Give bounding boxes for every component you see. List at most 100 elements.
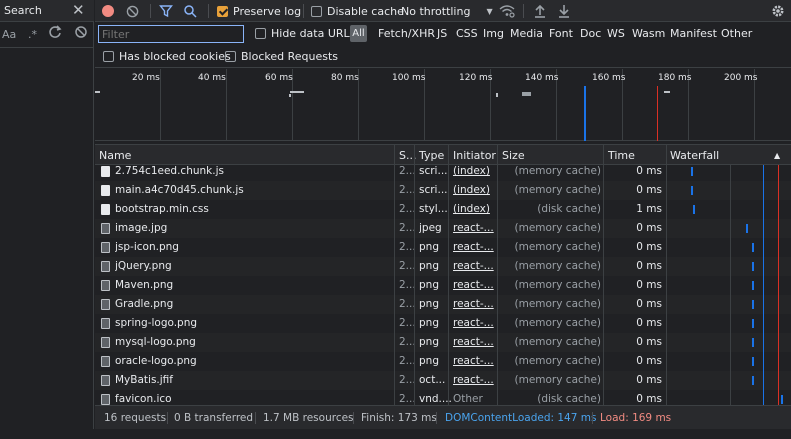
request-initiator[interactable]: Other: [453, 393, 499, 405]
table-row[interactable]: Gradle.png 2... png react-... (memory cache)…: [95, 295, 791, 314]
filter-type-media[interactable]: Media: [510, 27, 543, 40]
overview-tick-label: 20 ms: [132, 73, 160, 83]
record-icon: [102, 5, 114, 17]
request-type: png: [419, 317, 439, 329]
request-name: jsp-icon.png: [115, 241, 179, 253]
refresh-icon[interactable]: [48, 25, 62, 42]
record-button[interactable]: [102, 0, 114, 22]
request-size: (memory cache): [514, 222, 602, 234]
request-time: 0 ms: [636, 298, 662, 310]
request-time: 0 ms: [636, 393, 662, 405]
request-initiator[interactable]: (index): [453, 165, 499, 177]
request-initiator[interactable]: react-...: [453, 355, 499, 367]
clear-icon[interactable]: [74, 25, 88, 42]
column-type[interactable]: Type: [419, 149, 444, 162]
filter-type-doc[interactable]: Doc: [580, 27, 601, 40]
settings-button[interactable]: [771, 0, 785, 22]
search-icon: [184, 5, 197, 18]
search-header: Search ✕: [0, 0, 94, 22]
filter-type-other[interactable]: Other: [721, 27, 752, 40]
upload-icon: [535, 4, 545, 18]
filter-type-font[interactable]: Font: [549, 27, 573, 40]
request-name: 2.754c1eed.chunk.js: [115, 165, 224, 177]
blocked-requests-checkbox[interactable]: Blocked Requests: [225, 50, 338, 63]
request-name: Maven.png: [115, 279, 174, 291]
request-time: 1 ms: [636, 203, 662, 215]
request-initiator[interactable]: (index): [453, 203, 499, 215]
table-row[interactable]: bootstrap.min.css 2... styl... (index) (disk…: [95, 200, 791, 219]
image-icon: [101, 242, 110, 253]
request-initiator[interactable]: react-...: [453, 279, 499, 291]
request-initiator[interactable]: react-...: [453, 374, 499, 386]
overview-tick-label: 100 ms: [392, 73, 426, 83]
clear-button[interactable]: [126, 0, 139, 22]
filter-button[interactable]: [159, 0, 173, 22]
table-row[interactable]: jsp-icon.png 2... png react-... (memory cach…: [95, 238, 791, 257]
table-row[interactable]: MyBatis.jfif 2... oct... react-... (memory c…: [95, 371, 791, 390]
column-waterfall[interactable]: Waterfall: [670, 149, 719, 162]
table-row[interactable]: jQuery.png 2... png react-... (memory cache)…: [95, 257, 791, 276]
export-har-button[interactable]: [558, 0, 570, 22]
table-row[interactable]: spring-logo.png 2... png react-... (memory c…: [95, 314, 791, 333]
request-initiator[interactable]: react-...: [453, 298, 499, 310]
request-time: 0 ms: [636, 241, 662, 253]
filter-input[interactable]: [98, 25, 244, 43]
overview-request-bar: [290, 91, 304, 93]
image-icon: [101, 280, 110, 291]
filter-type-ws[interactable]: WS: [607, 27, 625, 40]
request-name: oracle-logo.png: [115, 355, 197, 367]
request-time: 0 ms: [636, 374, 662, 386]
request-size: (memory cache): [514, 165, 602, 177]
table-row[interactable]: image.jpg 2... jpeg react-... (memory cache)…: [95, 219, 791, 238]
table-row[interactable]: 2.754c1eed.chunk.js 2... scri... (index) (me…: [95, 162, 791, 181]
waterfall-bar: [752, 281, 755, 290]
table-row[interactable]: mysql-logo.png 2... png react-... (memory ca…: [95, 333, 791, 352]
regex-button[interactable]: .*: [28, 28, 37, 41]
request-initiator[interactable]: (index): [453, 184, 499, 196]
preserve-log-checkbox[interactable]: Preserve log: [217, 0, 301, 22]
request-size: (memory cache): [514, 260, 602, 272]
has-blocked-cookies-label: Has blocked cookies: [119, 50, 231, 63]
column-name[interactable]: Name: [99, 149, 131, 162]
request-initiator[interactable]: react-...: [453, 336, 499, 348]
request-initiator[interactable]: react-...: [453, 222, 499, 234]
request-name: main.a4c70d45.chunk.js: [115, 184, 244, 196]
filter-type-js[interactable]: JS: [437, 27, 447, 40]
network-conditions-button[interactable]: [499, 0, 515, 22]
request-initiator[interactable]: react-...: [453, 260, 499, 272]
request-time: 0 ms: [636, 279, 662, 291]
table-row[interactable]: oracle-logo.png 2... png react-... (memory c…: [95, 352, 791, 371]
request-type: png: [419, 279, 439, 291]
overview-timeline[interactable]: 20 ms 40 ms 60 ms 80 ms 100 ms 120 ms 14…: [95, 69, 791, 141]
preserve-log-label: Preserve log: [233, 4, 302, 18]
filter-type-manifest[interactable]: Manifest: [670, 27, 717, 40]
table-row[interactable]: main.a4c70d45.chunk.js 2... scri... (index)…: [95, 181, 791, 200]
request-initiator[interactable]: react-...: [453, 317, 499, 329]
filter-type-wasm[interactable]: Wasm: [632, 27, 665, 40]
import-har-button[interactable]: [534, 0, 546, 22]
request-type: png: [419, 241, 439, 253]
request-name: spring-logo.png: [115, 317, 198, 329]
overview-request-bar: [496, 93, 498, 97]
search-button[interactable]: [183, 0, 197, 22]
column-initiator[interactable]: Initiator: [453, 149, 496, 162]
search-tab-title[interactable]: Search: [4, 4, 42, 17]
request-size: (memory cache): [514, 241, 602, 253]
filter-type-all[interactable]: All: [350, 25, 367, 42]
column-time[interactable]: Time: [608, 149, 635, 162]
filter-type-img[interactable]: Img: [483, 27, 504, 40]
close-icon[interactable]: ✕: [72, 1, 85, 19]
column-size[interactable]: Size: [502, 149, 525, 162]
match-case-button[interactable]: Aa: [2, 28, 16, 41]
transferred-size: 0 B transferred: [174, 412, 254, 424]
filter-type-fetch-xhr[interactable]: Fetch/XHR: [378, 27, 435, 40]
sort-ascending-icon[interactable]: ▲: [774, 151, 780, 160]
throttling-select[interactable]: No throttling ▼: [401, 0, 493, 22]
table-row[interactable]: Maven.png 2... png react-... (memory cache) 0…: [95, 276, 791, 295]
request-time: 0 ms: [636, 355, 662, 367]
hide-data-urls-checkbox[interactable]: Hide data URLs: [255, 27, 355, 40]
disable-cache-checkbox[interactable]: Disable cache: [311, 0, 404, 22]
has-blocked-cookies-checkbox[interactable]: Has blocked cookies: [103, 50, 231, 63]
request-initiator[interactable]: react-...: [453, 241, 499, 253]
filter-type-css[interactable]: CSS: [456, 27, 478, 40]
